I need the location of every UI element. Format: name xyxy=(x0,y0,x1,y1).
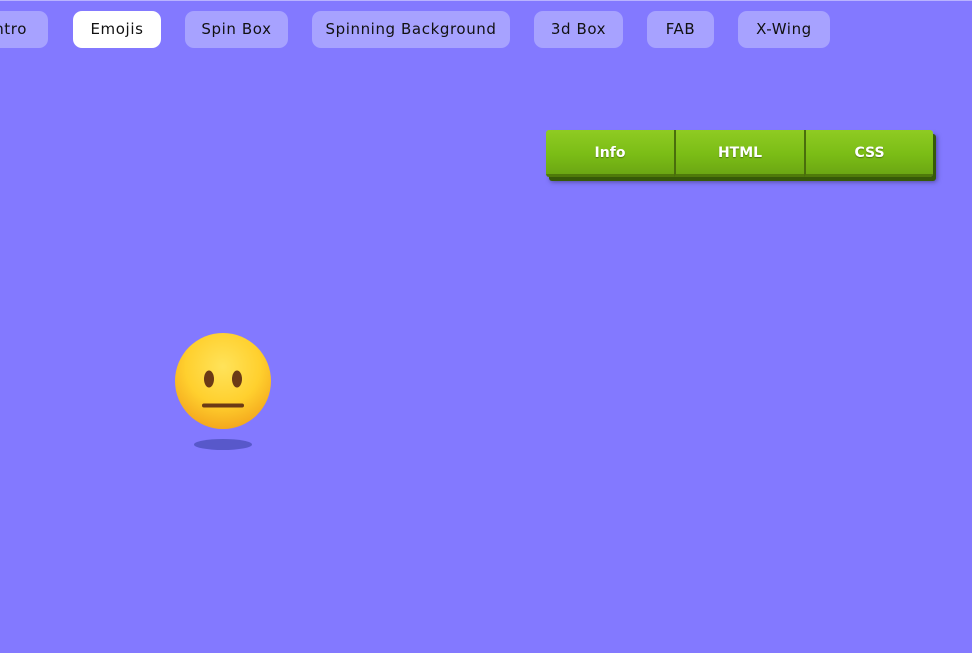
demo-tabs-bar: ntro Emojis Spin Box Spinning Background… xyxy=(0,11,972,48)
tab-spinning-background[interactable]: Spinning Background xyxy=(312,11,510,48)
info-html-css-button-group: Info HTML CSS xyxy=(546,130,933,177)
tab-spin-box[interactable]: Spin Box xyxy=(185,11,288,48)
tab-3d-box[interactable]: 3d Box xyxy=(534,11,623,48)
neutral-face-icon xyxy=(174,332,272,430)
tab-emojis[interactable]: Emojis xyxy=(73,11,161,48)
css-button[interactable]: CSS xyxy=(804,130,933,177)
emoji-shadow xyxy=(194,439,252,450)
top-border-line xyxy=(0,0,972,1)
html-button[interactable]: HTML xyxy=(674,130,804,177)
tab-fab[interactable]: FAB xyxy=(647,11,714,48)
info-button[interactable]: Info xyxy=(546,130,674,177)
tab-intro[interactable]: ntro xyxy=(0,11,48,48)
tab-x-wing[interactable]: X-Wing xyxy=(738,11,830,48)
